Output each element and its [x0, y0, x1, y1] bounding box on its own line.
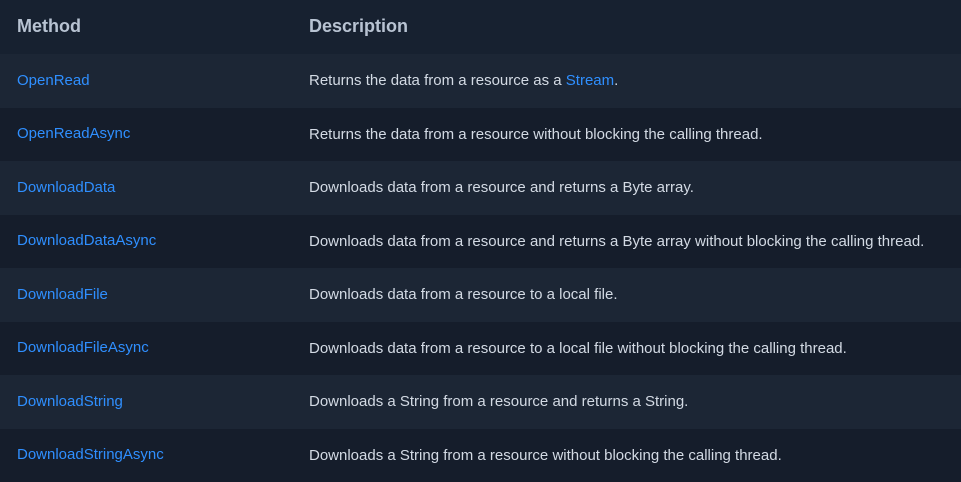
method-link-openread[interactable]: OpenRead	[17, 72, 90, 89]
description-text: Downloads data from a resource and retur…	[309, 232, 925, 250]
table-row: DownloadData Downloads data from a resou…	[0, 161, 961, 215]
method-link-downloadstring[interactable]: DownloadString	[17, 393, 123, 410]
method-cell: DownloadFile	[0, 286, 293, 304]
description-text: Returns the data from a resource as a	[309, 72, 566, 90]
description-cell: Downloads data from a resource to a loca…	[293, 286, 961, 303]
method-cell: DownloadString	[0, 393, 293, 411]
methods-table: Method Description OpenRead Returns the …	[0, 0, 961, 482]
column-header-method: Method	[17, 15, 81, 36]
column-header-description: Description	[309, 15, 409, 36]
description-text: Downloads a String from a resource witho…	[309, 446, 782, 464]
description-text-end: .	[614, 72, 619, 90]
description-text: Returns the data from a resource without…	[309, 125, 763, 143]
description-cell: Returns the data from a resource as a St…	[293, 72, 961, 89]
table-row: DownloadDataAsync Downloads data from a …	[0, 214, 961, 268]
description-text: Downloads a String from a resource and r…	[309, 393, 689, 411]
table-row: DownloadStringAsync Downloads a String f…	[0, 428, 961, 482]
description-cell: Downloads data from a resource and retur…	[293, 179, 961, 196]
method-link-openreadasync[interactable]: OpenReadAsync	[17, 125, 130, 142]
method-link-downloaddataasync[interactable]: DownloadDataAsync	[17, 232, 156, 249]
description-text: Downloads data from a resource to a loca…	[309, 339, 847, 357]
stream-link[interactable]: Stream	[566, 72, 614, 89]
table-row: OpenReadAsync Returns the data from a re…	[0, 107, 961, 161]
table-row: DownloadString Downloads a String from a…	[0, 375, 961, 429]
description-text: Downloads data from a resource to a loca…	[309, 286, 618, 304]
method-cell: DownloadFileAsync	[0, 339, 293, 357]
method-cell: DownloadData	[0, 179, 293, 197]
description-cell: Downloads data from a resource to a loca…	[293, 340, 961, 357]
method-link-downloadfileasync[interactable]: DownloadFileAsync	[17, 339, 149, 356]
method-cell: DownloadStringAsync	[0, 446, 293, 464]
method-link-downloaddata[interactable]: DownloadData	[17, 179, 115, 196]
description-cell: Downloads data from a resource and retur…	[293, 233, 961, 250]
description-cell: Downloads a String from a resource witho…	[293, 447, 961, 464]
table-row: DownloadFileAsync Downloads data from a …	[0, 321, 961, 375]
method-cell: DownloadDataAsync	[0, 232, 293, 250]
description-cell: Downloads a String from a resource and r…	[293, 393, 961, 410]
description-cell: Returns the data from a resource without…	[293, 126, 961, 143]
method-cell: OpenReadAsync	[0, 125, 293, 143]
method-link-downloadstringasync[interactable]: DownloadStringAsync	[17, 446, 164, 463]
method-cell: OpenRead	[0, 72, 293, 90]
table-row: OpenRead Returns the data from a resourc…	[0, 54, 961, 108]
description-text: Downloads data from a resource and retur…	[309, 179, 694, 197]
method-link-downloadfile[interactable]: DownloadFile	[17, 286, 108, 303]
table-header-row: Method Description	[0, 0, 961, 54]
table-row: DownloadFile Downloads data from a resou…	[0, 268, 961, 322]
